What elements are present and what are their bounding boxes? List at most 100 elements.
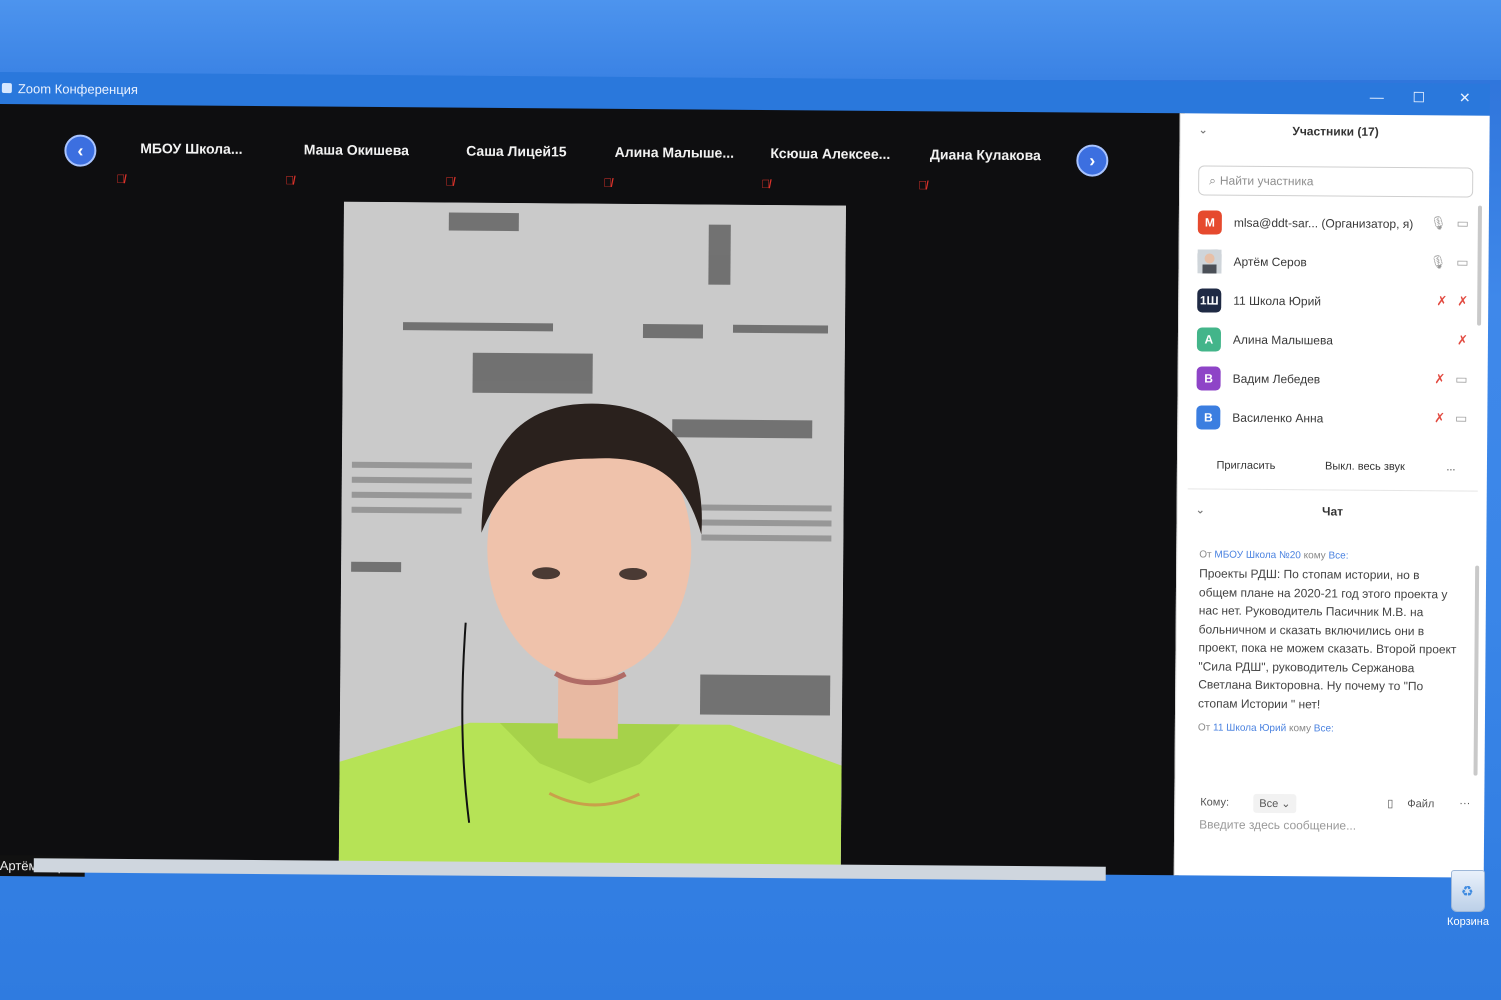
collapse-participants-icon[interactable]: ⌄	[1199, 123, 1208, 136]
participant-row[interactable]: Артём Серов 🎙 ▭	[1197, 246, 1472, 278]
speaker-video-frame	[338, 201, 846, 874]
message-sender[interactable]: МБОУ Школа №20	[1214, 550, 1301, 562]
tile-name: Алина Малыше...	[614, 143, 735, 161]
recipient-select[interactable]: Все ⌄	[1253, 793, 1297, 814]
gallery-tile[interactable]: Диана Кулакова 🎙̸	[910, 131, 1060, 196]
participant-row[interactable]: В Василенко Анна ✗ ▭	[1196, 402, 1471, 434]
maximize-button[interactable]: ☐	[1404, 89, 1434, 106]
recipient-value: Все	[1259, 797, 1279, 811]
chat-message-meta: От МБОУ Школа №20 кому Все:	[1199, 549, 1459, 562]
to-label: Кому:	[1200, 796, 1230, 809]
message-recipient[interactable]: Все:	[1328, 550, 1348, 561]
chat-more-button[interactable]: ···	[1459, 797, 1470, 809]
participants-scrollbar[interactable]	[1477, 205, 1482, 326]
invite-button[interactable]: Пригласить	[1206, 453, 1286, 478]
gallery-tile[interactable]: Саша Лицей15 🎙̸	[441, 127, 591, 192]
avatar: В	[1196, 366, 1221, 391]
mic-icon[interactable]: 🎙	[1430, 215, 1447, 231]
camera-off-icon[interactable]: ✗	[1457, 293, 1468, 309]
mute-all-button[interactable]: Выкл. весь звук	[1310, 454, 1420, 479]
to-prefix: кому	[1288, 723, 1312, 735]
gallery-next-button[interactable]: ›	[1076, 144, 1109, 177]
chevron-down-icon: ⌄	[1281, 798, 1291, 811]
active-speaker-video	[338, 201, 846, 874]
to-prefix: кому	[1303, 550, 1326, 562]
participants-header: ⌄ Участники (17)	[1181, 123, 1491, 139]
gallery-tile[interactable]: МБОУ Школа... 🎙̸	[116, 125, 266, 190]
mic-muted-icon: 🎙̸	[761, 176, 771, 192]
zoom-window: Zoom Конференция — ☐ ✕ ‹ МБОУ Школа... 🎙…	[0, 72, 1490, 884]
file-icon[interactable]: ▯	[1387, 797, 1393, 810]
tile-name: МБОУ Школа...	[140, 140, 243, 157]
recycle-bin-shortcut[interactable]: Корзина	[1440, 870, 1496, 928]
from-prefix: От	[1197, 722, 1211, 734]
gallery-tile[interactable]: Алина Малыше... 🎙̸	[599, 129, 749, 194]
chevron-left-icon: ‹	[77, 140, 84, 161]
participant-name: Василенко Анна	[1232, 410, 1324, 426]
participant-name: Вадим Лебедев	[1232, 371, 1321, 387]
participant-name: Артём Серов	[1233, 254, 1307, 270]
panel-divider	[1187, 488, 1478, 492]
chat-title: Чат	[1322, 504, 1344, 519]
search-placeholder: Найти участника	[1219, 173, 1314, 189]
participant-row[interactable]: В Вадим Лебедев ✗ ▭	[1196, 363, 1472, 395]
recycle-bin-icon	[1451, 870, 1485, 912]
mic-muted-icon[interactable]: ✗	[1434, 410, 1445, 426]
recycle-bin-label: Корзина	[1447, 916, 1489, 928]
close-button[interactable]: ✕	[1450, 89, 1480, 106]
mic-muted-icon[interactable]: ✗	[1436, 293, 1447, 309]
avatar: 1Ш	[1197, 288, 1222, 313]
chat-message-text: Проекты РДШ: По стопам истории, но в общ…	[1198, 566, 1457, 711]
participant-row[interactable]: А Алина Малышева ✗	[1196, 324, 1472, 356]
mic-icon[interactable]: 🎙	[1430, 254, 1447, 270]
gallery-tile[interactable]: Маша Окишева 🎙̸	[281, 126, 431, 191]
collapse-chat-icon[interactable]: ⌄	[1196, 503, 1205, 516]
camera-icon[interactable]: ▭	[1455, 410, 1467, 426]
camera-icon[interactable]: ▭	[1455, 371, 1467, 387]
avatar: M	[1197, 210, 1222, 235]
participant-name: Алина Малышева	[1232, 332, 1333, 348]
gallery-tile[interactable]: Ксюша Алексее... 🎙̸	[755, 130, 905, 195]
mic-muted-icon[interactable]: ✗	[1434, 371, 1445, 387]
avatar: В	[1196, 405, 1221, 430]
chevron-right-icon: ›	[1089, 150, 1096, 171]
search-icon: ⌕	[1209, 173, 1216, 188]
mic-muted-icon: 🎙̸	[285, 173, 295, 188]
avatar-photo	[1197, 249, 1222, 274]
mic-muted-icon: 🎙̸	[918, 178, 928, 193]
gallery-strip: ‹ МБОУ Школа... 🎙̸ Маша Окишева 🎙̸ Саша …	[54, 124, 1115, 202]
tile-name: Саша Лицей15	[466, 142, 567, 160]
chat-message-input[interactable]: Введите здесь сообщение...	[1199, 817, 1356, 832]
tile-name: Маша Окишева	[303, 141, 410, 159]
mic-muted-icon[interactable]: ✗	[1457, 332, 1468, 348]
camera-icon[interactable]: ▭	[1456, 254, 1468, 270]
participant-row[interactable]: 1Ш 11 Школа Юрий ✗ ✗	[1197, 285, 1472, 317]
video-stage: ‹ МБОУ Школа... 🎙̸ Маша Окишева 🎙̸ Саша …	[0, 103, 1185, 877]
chat-header: ⌄ Чат	[1178, 503, 1488, 519]
from-prefix: От	[1199, 549, 1212, 561]
file-button[interactable]: Файл	[1407, 798, 1434, 810]
participants-title: Участники (17)	[1292, 124, 1379, 139]
participant-row[interactable]: M mlsa@ddt-sar... (Организатор, я) 🎙 ▭	[1197, 207, 1473, 239]
participants-more-button[interactable]: ...	[1436, 455, 1466, 479]
window-title: Zoom Конференция	[17, 80, 139, 97]
minimize-button[interactable]: —	[1362, 89, 1392, 105]
mic-muted-icon: 🎙̸	[116, 171, 126, 186]
participant-name: mlsa@ddt-sar... (Организатор, я)	[1233, 215, 1414, 232]
chat-scrollbar[interactable]	[1473, 565, 1480, 776]
gallery-prev-button[interactable]: ‹	[64, 134, 97, 167]
chat-toolbar: Кому: Все ⌄ ▯ Файл ···	[1195, 791, 1473, 817]
desktop-background	[0, 0, 1501, 80]
avatar: А	[1196, 327, 1222, 352]
chat-messages: От МБОУ Школа №20 кому Все: Проекты РДШ:…	[1198, 549, 1459, 735]
side-panel: ⌄ Участники (17) ⌕ Найти участника M mls…	[1173, 113, 1491, 878]
mic-muted-icon: 🎙̸	[603, 175, 613, 190]
mic-muted-icon: 🎙̸	[445, 174, 455, 189]
tile-name: Ксюша Алексее...	[770, 145, 891, 162]
message-recipient[interactable]: Все:	[1314, 723, 1334, 734]
chat-message-meta: От 11 Школа Юрий кому Все:	[1198, 722, 1458, 735]
message-sender[interactable]: 11 Школа Юрий	[1213, 723, 1286, 735]
participant-name: 11 Школа Юрий	[1233, 293, 1322, 309]
participant-search-input[interactable]: ⌕ Найти участника	[1198, 165, 1474, 198]
camera-icon[interactable]: ▭	[1456, 215, 1469, 231]
